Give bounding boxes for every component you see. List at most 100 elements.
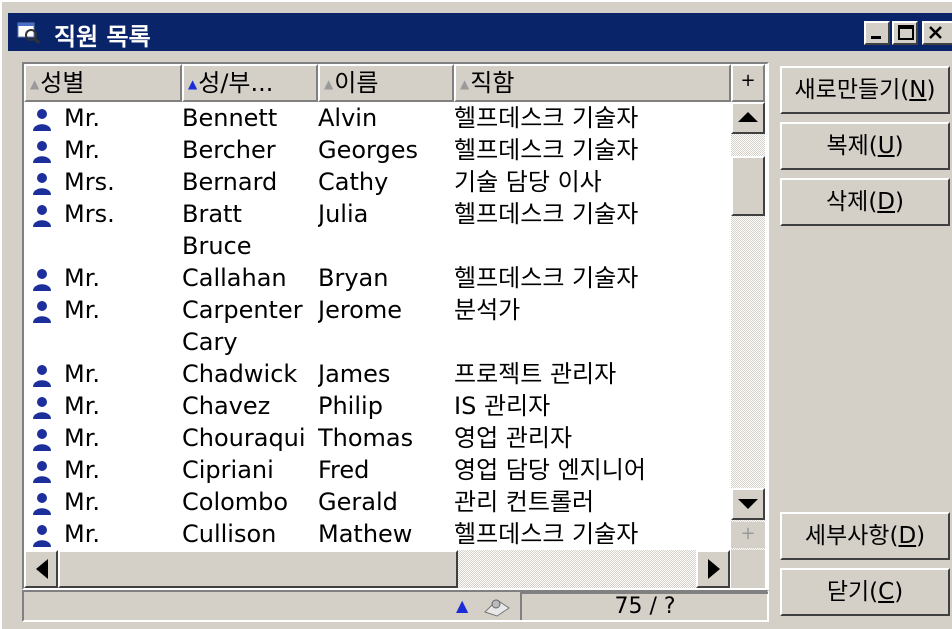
table-row[interactable]: Mr. Colombo Gerald 관리 컨트롤러 <box>24 486 730 518</box>
sort-direction-icon[interactable]: ▲ <box>456 596 468 615</box>
person-icon <box>33 365 51 387</box>
filter-icon[interactable] <box>482 594 512 618</box>
person-icon <box>33 461 51 483</box>
cell-jobtitle: 관리 컨트롤러 <box>454 488 595 516</box>
title-bar[interactable]: 직원 목록 <box>8 13 952 51</box>
column-header-gender[interactable]: ▲성별 <box>24 64 182 102</box>
cell-lastname: Colombo <box>182 488 289 516</box>
table-row[interactable]: Mr. Chavez Philip IS 관리자 <box>24 390 730 422</box>
cell-jobtitle: 영업 관리자 <box>454 424 573 452</box>
table-row[interactable]: Mr. Callahan Bryan 헬프데스크 기술자 <box>24 262 730 294</box>
sort-indicator-icon: ▲ <box>30 77 40 91</box>
horizontal-scroll-thumb[interactable] <box>58 550 458 588</box>
scroll-down-button[interactable] <box>731 488 765 520</box>
table-row[interactable]: Mrs. Bratt Julia 헬프데스크 기술자 <box>24 198 730 230</box>
cell-gender: Mr. <box>64 264 100 292</box>
person-icon <box>33 493 51 515</box>
cell-lastname: Cullison <box>182 520 277 548</box>
cell-firstname: James <box>318 360 391 388</box>
table-row[interactable]: Mr. Bercher Georges 헬프데스크 기술자 <box>24 134 730 166</box>
vertical-scrollbar[interactable] <box>731 102 765 562</box>
table-row[interactable]: Mr. Chouraqui Thomas 영업 관리자 <box>24 422 730 454</box>
person-icon <box>33 301 51 323</box>
arrow-left-icon <box>36 559 48 579</box>
table-row[interactable]: Mr. Carpenter Jerome 분석가 <box>24 294 730 326</box>
new-button[interactable]: 새로만들기(N) <box>780 66 950 114</box>
cell-firstname: Alvin <box>318 104 378 132</box>
person-icon <box>33 397 51 419</box>
cell-jobtitle: 헬프데스크 기술자 <box>454 520 639 548</box>
scroll-right-button[interactable] <box>696 550 730 588</box>
scroll-up-button[interactable] <box>731 102 765 134</box>
cell-lastname: Bratt <box>182 200 242 228</box>
cell-lastname: Cary <box>182 328 238 356</box>
sort-indicator-icon: ▲ <box>324 77 334 91</box>
vertical-scroll-thumb[interactable] <box>731 156 765 216</box>
cell-firstname: Bryan <box>318 264 389 292</box>
table-row[interactable]: Mr. Cullison Mathew 헬프데스크 기술자 <box>24 518 730 550</box>
maximize-icon <box>898 25 914 40</box>
table-row[interactable]: Mrs. Bernard Cathy 기술 담당 이사 <box>24 166 730 198</box>
table-row[interactable]: Mr. Chadwick James 프로젝트 관리자 <box>24 358 730 390</box>
cell-lastname: Chouraqui <box>182 424 306 452</box>
delete-button[interactable]: 삭제(D) <box>780 178 950 226</box>
minimize-button[interactable] <box>864 21 890 45</box>
scroll-left-button[interactable] <box>24 550 58 588</box>
close-button[interactable]: 닫기(C) <box>780 568 950 616</box>
record-count: 75 / ? <box>520 592 768 620</box>
cell-gender: Mrs. <box>64 200 115 228</box>
cell-lastname: Bruce <box>182 232 252 260</box>
person-icon <box>33 141 51 163</box>
person-icon <box>33 525 51 547</box>
cell-lastname: Callahan <box>182 264 287 292</box>
cell-gender: Mr. <box>64 360 100 388</box>
close-icon <box>929 26 942 39</box>
sort-indicator-icon: ▲ <box>460 77 470 91</box>
details-button[interactable]: 세부사항(D) <box>780 512 950 560</box>
person-icon <box>33 173 51 195</box>
cell-gender: Mr. <box>64 424 100 452</box>
cell-lastname: Cipriani <box>182 456 274 484</box>
person-icon <box>33 109 51 131</box>
person-icon <box>33 205 51 227</box>
cell-jobtitle: 헬프데스크 기술자 <box>454 104 639 132</box>
employee-list-window: 직원 목록 ▲성별 ▲성/부... ▲이름 ▲직함 + Mr. Bennett Al… <box>0 0 952 629</box>
cell-lastname: Chadwick <box>182 360 298 388</box>
cell-jobtitle: 헬프데스크 기술자 <box>454 264 639 292</box>
cell-firstname: Cathy <box>318 168 389 196</box>
cell-gender: Mr. <box>64 296 100 324</box>
table-row[interactable]: Cary <box>24 326 730 358</box>
horizontal-scrollbar[interactable] <box>24 550 730 588</box>
duplicate-button[interactable]: 복제(U) <box>780 122 950 170</box>
cell-firstname: Thomas <box>318 424 414 452</box>
cell-jobtitle: 기술 담당 이사 <box>454 168 602 196</box>
cell-firstname: Philip <box>318 392 383 420</box>
cell-firstname: Julia <box>318 200 369 228</box>
column-header-firstname[interactable]: ▲이름 <box>318 64 454 102</box>
cell-lastname: Chavez <box>182 392 271 420</box>
window-title: 직원 목록 <box>54 23 151 51</box>
cell-lastname: Bernard <box>182 168 278 196</box>
cell-gender: Mr. <box>64 104 100 132</box>
expand-row-icon[interactable]: + <box>731 522 765 548</box>
cell-gender: Mr. <box>64 456 100 484</box>
maximize-button[interactable] <box>892 21 918 45</box>
cell-firstname: Fred <box>318 456 370 484</box>
table-row[interactable]: Mr. Bennett Alvin 헬프데스크 기술자 <box>24 102 730 134</box>
cell-lastname: Bennett <box>182 104 278 132</box>
person-icon <box>33 429 51 451</box>
arrow-down-icon <box>738 499 758 509</box>
minimize-icon <box>871 36 881 39</box>
cell-firstname: Gerald <box>318 488 398 516</box>
column-header-lastname[interactable]: ▲성/부... <box>182 64 318 102</box>
column-header-jobtitle[interactable]: ▲직함 <box>454 64 731 102</box>
close-window-button[interactable] <box>922 21 952 45</box>
cell-gender: Mr. <box>64 488 100 516</box>
cell-firstname: Georges <box>318 136 418 164</box>
table-row[interactable]: Bruce <box>24 230 730 262</box>
cell-jobtitle: 프로젝트 관리자 <box>454 360 617 388</box>
table-row[interactable]: Mr. Cipriani Fred 영업 담당 엔지니어 <box>24 454 730 486</box>
cell-firstname: Mathew <box>318 520 413 548</box>
cell-jobtitle: 영업 담당 엔지니어 <box>454 456 646 484</box>
add-column-button[interactable]: + <box>731 64 765 102</box>
